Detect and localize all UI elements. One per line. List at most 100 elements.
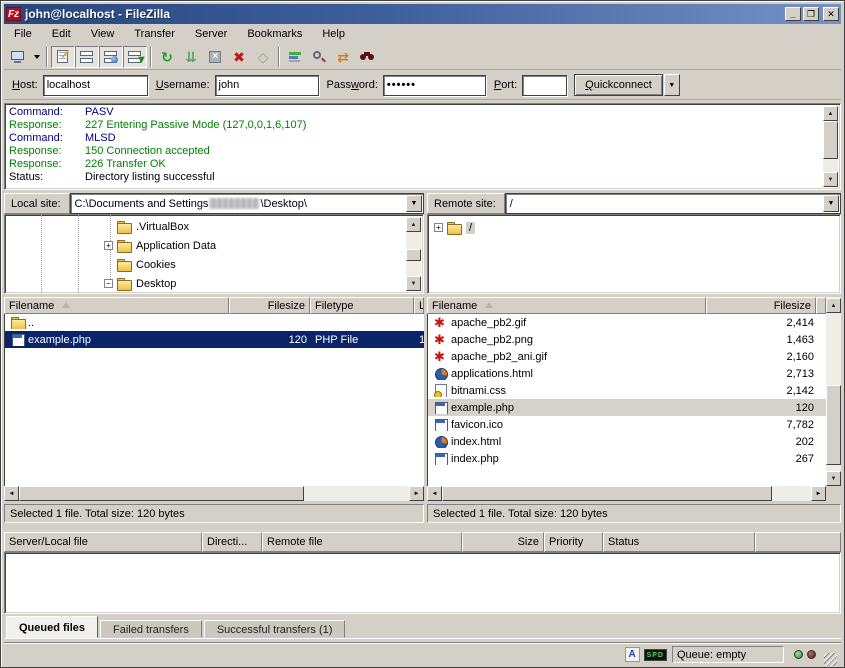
column-header-filename[interactable]: Filename	[4, 297, 229, 314]
scroll-up-icon[interactable]: ▲	[826, 298, 841, 313]
column-header-filesize[interactable]: Filesize	[229, 297, 310, 314]
tree-expander[interactable]: −	[104, 279, 113, 288]
menu-item[interactable]: Server	[185, 26, 237, 42]
combo-dropdown-icon[interactable]: ▼	[406, 195, 422, 212]
toolbar-page-button[interactable]	[51, 46, 75, 68]
toolbar-panes-button[interactable]	[75, 46, 99, 68]
scroll-left-icon[interactable]: ◄	[4, 486, 19, 501]
file-row[interactable]: applications.html 2,713	[428, 365, 826, 382]
queue-tab[interactable]: Queued files	[6, 616, 98, 638]
menu-item[interactable]: View	[81, 26, 125, 42]
menu-item[interactable]: Bookmarks	[237, 26, 312, 42]
quickconnect-button[interactable]: Quickconnect	[574, 74, 663, 96]
remote-site-combobox[interactable]: / ▼	[505, 193, 841, 214]
file-row[interactable]: apache_pb2.gif 2,414	[428, 314, 826, 331]
file-row[interactable]: example.php 120 PHP File 1	[5, 331, 424, 348]
minimize-button[interactable]: _	[785, 7, 801, 21]
quickconnect-dropdown-button[interactable]: ▼	[664, 74, 680, 96]
scroll-thumb[interactable]	[19, 486, 304, 501]
password-input[interactable]: ••••••	[383, 75, 486, 96]
toolbar-dropdown-icon[interactable]	[30, 46, 43, 68]
combo-dropdown-icon[interactable]: ▼	[823, 195, 839, 212]
menu-item[interactable]: Help	[312, 26, 355, 42]
remote-file-list: Filename Filesize apache_pb2.gif 2,414 a…	[427, 297, 841, 501]
menu-item[interactable]: Edit	[42, 26, 81, 42]
port-input[interactable]	[522, 75, 567, 96]
scroll-thumb[interactable]	[442, 486, 772, 501]
file-row[interactable]: index.php 267	[428, 450, 826, 467]
queue-column-server-local-file[interactable]: Server/Local file	[4, 532, 202, 552]
local-list-hscrollbar[interactable]: ◄ ►	[4, 486, 424, 501]
scroll-up-icon[interactable]: ▲	[406, 217, 421, 232]
queue-column-direction[interactable]: Directi...	[202, 532, 262, 552]
toolbar-panes3-button[interactable]: ▼	[123, 46, 147, 68]
toolbar-site-manager-button[interactable]	[6, 46, 30, 68]
column-header-lastmodified[interactable]: L	[414, 297, 424, 314]
file-row[interactable]: favicon.ico 7,782	[428, 416, 826, 433]
scroll-left-icon[interactable]: ◄	[427, 486, 442, 501]
scroll-right-icon[interactable]: ►	[811, 486, 826, 501]
filezilla-window: Fz john@localhost - FileZilla _ ❐ ✕ File…	[0, 0, 845, 668]
remote-list-vscrollbar[interactable]: ▲ ▼	[826, 297, 841, 486]
remote-list-hscrollbar[interactable]: ◄ ►	[427, 486, 826, 501]
file-row[interactable]: example.php 120	[428, 399, 826, 416]
toolbar-cancel-button[interactable]: ×	[203, 46, 227, 68]
toolbar-magnify-button[interactable]	[307, 46, 331, 68]
resize-grip[interactable]	[824, 653, 837, 666]
log-line: Response:227 Entering Passive Mode (127,…	[9, 119, 822, 132]
queue-column-priority[interactable]: Priority	[544, 532, 603, 552]
file-row[interactable]: apache_pb2.png 1,463	[428, 331, 826, 348]
toolbar-clear-button[interactable]: ◇	[251, 46, 275, 68]
column-header-filename[interactable]: Filename	[427, 297, 706, 314]
toolbar-refresh-button[interactable]: ↻	[155, 46, 179, 68]
queue-tab[interactable]: Successful transfers (1)	[204, 620, 346, 638]
tree-expander[interactable]: +	[434, 223, 443, 232]
file-row[interactable]: index.html 202	[428, 433, 826, 450]
toolbar-binoculars-button[interactable]	[355, 46, 379, 68]
scroll-right-icon[interactable]: ►	[409, 486, 424, 501]
toolbar-panes2-button[interactable]	[99, 46, 123, 68]
toolbar-process-queue-button[interactable]: ⇊	[179, 46, 203, 68]
tree-item[interactable]: .VirtualBox	[104, 217, 189, 236]
host-input[interactable]: localhost	[43, 75, 148, 96]
local-tree-scrollbar[interactable]: ▲ ▼	[406, 217, 421, 291]
file-row[interactable]: apache_pb2_ani.gif 2,160	[428, 348, 826, 365]
scroll-down-icon[interactable]: ▼	[823, 172, 838, 187]
scroll-thumb[interactable]	[406, 249, 421, 261]
queue-column-size[interactable]: Size	[462, 532, 544, 552]
remote-directory-tree[interactable]: + /	[427, 214, 841, 294]
toolbar-filter-button[interactable]	[283, 46, 307, 68]
scroll-thumb[interactable]	[823, 121, 838, 159]
log-scrollbar[interactable]: ▲ ▼	[823, 106, 838, 187]
transfer-queue-list[interactable]	[4, 552, 841, 614]
column-header-filetype[interactable]: Filetype	[310, 297, 414, 314]
scroll-down-icon[interactable]: ▼	[406, 276, 421, 291]
file-row[interactable]: ..	[5, 314, 424, 331]
close-button[interactable]: ✕	[823, 7, 839, 21]
scroll-down-icon[interactable]: ▼	[826, 471, 841, 486]
maximize-button[interactable]: ❐	[803, 7, 819, 21]
queue-tab[interactable]: Failed transfers	[100, 620, 202, 638]
local-directory-tree[interactable]: .VirtualBox + Application Data Cookies −	[4, 214, 424, 294]
scroll-up-icon[interactable]: ▲	[823, 106, 838, 121]
menu-item[interactable]: Transfer	[124, 26, 185, 42]
username-input[interactable]: john	[215, 75, 319, 96]
tree-item[interactable]: − Desktop	[104, 274, 176, 293]
column-header-filesize[interactable]: Filesize	[706, 297, 816, 314]
file-row[interactable]: bitnami.css 2,142	[428, 382, 826, 399]
tree-item[interactable]: + Application Data	[104, 236, 216, 255]
toolbar-sync-button[interactable]: ⇄	[331, 46, 355, 68]
cancel-icon: ×	[207, 49, 223, 65]
menu-item[interactable]: File	[4, 26, 42, 42]
file-type-icon	[434, 452, 448, 465]
toolbar-disconnect-button[interactable]: ✖	[227, 46, 251, 68]
tree-item[interactable]: Cookies	[104, 255, 176, 274]
speed-limit-icon[interactable]: SPD	[644, 649, 667, 661]
queue-column-status[interactable]: Status	[603, 532, 755, 552]
ascii-data-type-icon[interactable]: A	[625, 647, 640, 662]
scroll-thumb[interactable]	[826, 385, 841, 465]
tree-expander[interactable]: +	[104, 241, 113, 250]
tree-item[interactable]: + /	[434, 218, 475, 237]
local-site-combobox[interactable]: C:\Documents and Settings\Desktop\ ▼	[70, 193, 424, 214]
queue-column-remote-file[interactable]: Remote file	[262, 532, 462, 552]
